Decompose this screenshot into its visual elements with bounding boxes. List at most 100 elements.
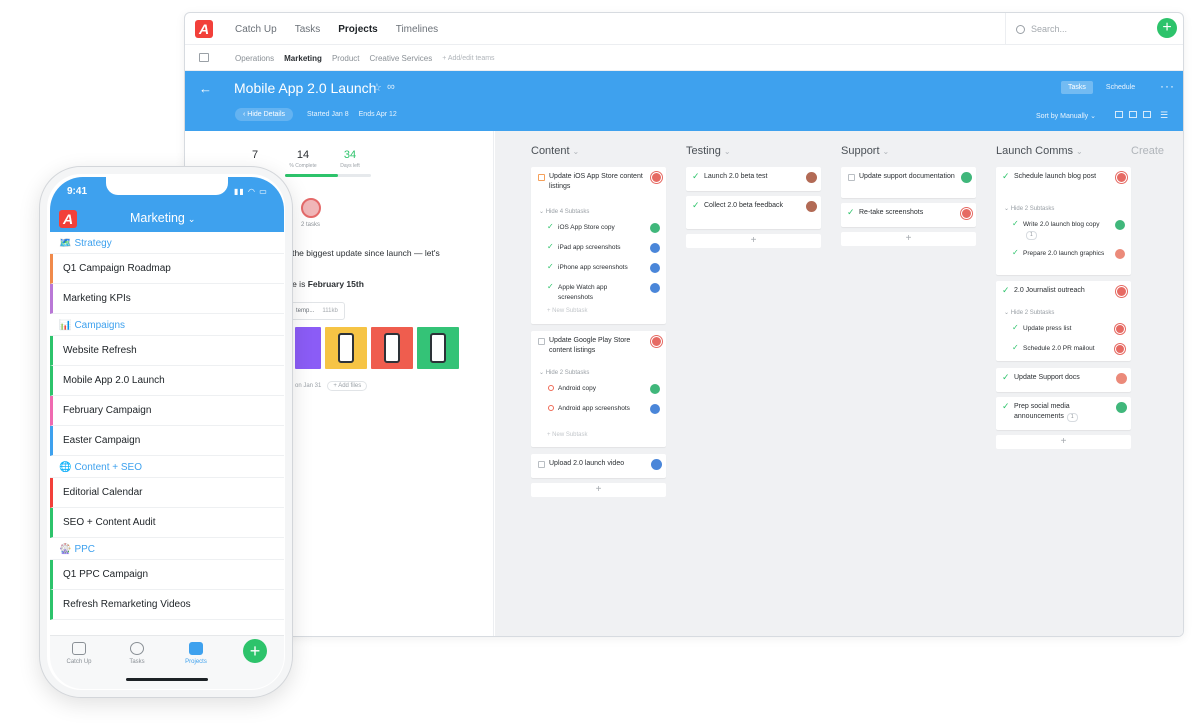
task-card[interactable]: ✓ 2.0 Journalist outreach ⌄ Hide 2 Subtas…	[996, 281, 1131, 361]
add-task-button[interactable]: +	[531, 483, 666, 497]
checkmark-icon[interactable]: ✓	[692, 171, 700, 182]
thumbnail-image[interactable]	[295, 327, 321, 369]
group-header[interactable]: 🎡 PPC	[50, 538, 284, 560]
incomplete-circle-icon[interactable]	[548, 385, 554, 391]
checkmark-icon[interactable]: ✓	[547, 222, 554, 231]
task-card[interactable]: ✓ Schedule launch blog post ⌄ Hide 2 Subt…	[996, 167, 1131, 275]
task-card[interactable]: ✓ Prep social media announcements 1	[996, 397, 1131, 430]
task-card[interactable]: ✓ Collect 2.0 beta feedback	[686, 196, 821, 229]
tab-tasks[interactable]: Tasks	[112, 642, 162, 665]
checkmark-icon[interactable]: ✓	[692, 200, 700, 211]
thumbnail-image[interactable]	[325, 327, 367, 369]
task-card[interactable]: Update support documentation	[841, 167, 976, 198]
task-item[interactable]: ✓ Update Support docs	[996, 368, 1131, 394]
project-row[interactable]: Editorial Calendar	[50, 478, 284, 508]
nav-projects[interactable]: Projects	[338, 24, 377, 35]
add-files-button[interactable]: + Add files	[327, 381, 368, 391]
thumbnail-image[interactable]	[417, 327, 459, 369]
board-view-icon[interactable]	[1129, 111, 1137, 118]
task-item[interactable]: ✓ Collect 2.0 beta feedback	[686, 196, 821, 222]
task-checkbox[interactable]	[538, 174, 545, 181]
group-header[interactable]: 📊 Campaigns	[50, 314, 284, 336]
team-marketing[interactable]: Marketing	[284, 54, 322, 63]
tab-projects[interactable]: Projects	[171, 642, 221, 665]
checkmark-icon[interactable]: ✓	[1002, 171, 1010, 182]
team-switcher[interactable]: Marketing ⌄	[130, 211, 195, 225]
checkmark-icon[interactable]: ✓	[1012, 323, 1019, 332]
checkmark-icon[interactable]: ✓	[1002, 285, 1010, 296]
column-header[interactable]: Testing ⌄	[686, 145, 731, 157]
checkmark-icon[interactable]: ✓	[1002, 401, 1010, 412]
checkmark-icon[interactable]: ✓	[547, 262, 554, 271]
checkmark-icon[interactable]: ✓	[547, 242, 554, 251]
checkmark-icon[interactable]: ✓	[1012, 248, 1019, 257]
search-input[interactable]: Search...	[1005, 13, 1145, 45]
checkmark-icon[interactable]: ✓	[1012, 219, 1019, 228]
sidebar-toggle-icon[interactable]	[199, 53, 209, 62]
subtask-item[interactable]: ✓ iOS App Store copy	[531, 218, 666, 238]
split-view-icon[interactable]	[1143, 111, 1151, 118]
task-item[interactable]: ✓ Prep social media announcements 1	[996, 397, 1131, 423]
add-task-button[interactable]: +	[996, 435, 1131, 449]
task-item[interactable]: Update iOS App Store content listings	[531, 167, 666, 193]
hide-subtasks-toggle[interactable]: ⌄ Hide 2 Subtasks	[1004, 309, 1054, 316]
new-subtask-button[interactable]: + New Subtask	[547, 432, 588, 438]
hide-details-button[interactable]: ‹ Hide Details	[235, 108, 294, 121]
app-logo[interactable]: A	[59, 210, 77, 228]
task-card[interactable]: Update Google Play Store content listing…	[531, 331, 666, 447]
project-row[interactable]: Easter Campaign	[50, 426, 284, 456]
subtask-item[interactable]: ✓ Prepare 2.0 launch graphics	[996, 244, 1131, 270]
star-icon[interactable]: ☆	[372, 81, 382, 94]
assignee-avatar[interactable]	[301, 198, 321, 218]
subtask-item[interactable]: ✓ Apple Watch app screenshots	[531, 278, 666, 302]
subtask-item[interactable]: Android copy	[531, 379, 666, 399]
task-card[interactable]: Update iOS App Store content listings ⌄ …	[531, 167, 666, 324]
project-row[interactable]: Website Refresh	[50, 336, 284, 366]
subtask-item[interactable]: Android app screenshots	[531, 399, 666, 423]
link-icon[interactable]: ∞	[387, 81, 395, 93]
hide-subtasks-toggle[interactable]: ⌄ Hide 2 Subtasks	[1004, 205, 1054, 212]
hide-subtasks-toggle[interactable]: ⌄ Hide 2 Subtasks	[539, 369, 589, 376]
sort-dropdown[interactable]: Sort by Manually ⌄	[1036, 112, 1096, 120]
subtask-item[interactable]: ✓ Write 2.0 launch blog copy 1	[996, 215, 1131, 241]
task-card[interactable]: ✓ Launch 2.0 beta test	[686, 167, 821, 191]
add-button[interactable]: +	[1157, 18, 1177, 38]
thumbnail-image[interactable]	[371, 327, 413, 369]
task-checkbox[interactable]	[538, 461, 545, 468]
nav-tasks[interactable]: Tasks	[295, 24, 321, 35]
list-view-icon[interactable]	[1115, 111, 1123, 118]
task-item[interactable]: ✓ 2.0 Journalist outreach	[996, 281, 1131, 307]
subtask-item[interactable]: ✓ Schedule 2.0 PR mailout	[996, 339, 1131, 359]
task-checkbox[interactable]	[848, 174, 855, 181]
checkmark-icon[interactable]: ✓	[547, 282, 554, 291]
task-item[interactable]: Update Google Play Store content listing…	[531, 331, 666, 357]
group-header[interactable]: 🌐 Content + SEO	[50, 456, 284, 478]
create-column-button[interactable]: Create	[1131, 145, 1164, 157]
checkmark-icon[interactable]: ✓	[1002, 372, 1010, 383]
filter-icon[interactable]: ☰	[1160, 110, 1168, 121]
task-card[interactable]: Upload 2.0 launch video	[531, 454, 666, 478]
add-edit-teams-link[interactable]: + Add/edit teams	[442, 55, 494, 62]
project-row[interactable]: Q1 PPC Campaign	[50, 560, 284, 590]
column-header[interactable]: Launch Comms ⌄	[996, 145, 1083, 157]
back-arrow-icon[interactable]: ←	[199, 81, 212, 96]
team-product[interactable]: Product	[332, 54, 360, 63]
task-item[interactable]: ✓ Re-take screenshots	[841, 203, 976, 229]
project-row[interactable]: SEO + Content Audit	[50, 508, 284, 538]
task-item[interactable]: Update support documentation	[841, 167, 976, 193]
add-task-button[interactable]: +	[841, 232, 976, 246]
nav-timelines[interactable]: Timelines	[396, 24, 438, 35]
project-row[interactable]: Q1 Campaign Roadmap	[50, 254, 284, 284]
incomplete-circle-icon[interactable]	[548, 405, 554, 411]
task-item[interactable]: ✓ Schedule launch blog post	[996, 167, 1131, 193]
subtask-item[interactable]: ✓ iPad app screenshots	[531, 238, 666, 258]
add-task-button[interactable]: +	[686, 234, 821, 248]
project-row[interactable]: Refresh Remarketing Videos	[50, 590, 284, 620]
group-header[interactable]: 🗺️ Strategy	[50, 232, 284, 254]
subtask-item[interactable]: ✓ Update press list	[996, 319, 1131, 339]
task-card[interactable]: ✓ Update Support docs	[996, 368, 1131, 392]
add-button[interactable]: +	[243, 639, 267, 663]
task-item[interactable]: Upload 2.0 launch video	[531, 454, 666, 480]
column-header[interactable]: Support ⌄	[841, 145, 889, 157]
project-row[interactable]: Mobile App 2.0 Launch	[50, 366, 284, 396]
